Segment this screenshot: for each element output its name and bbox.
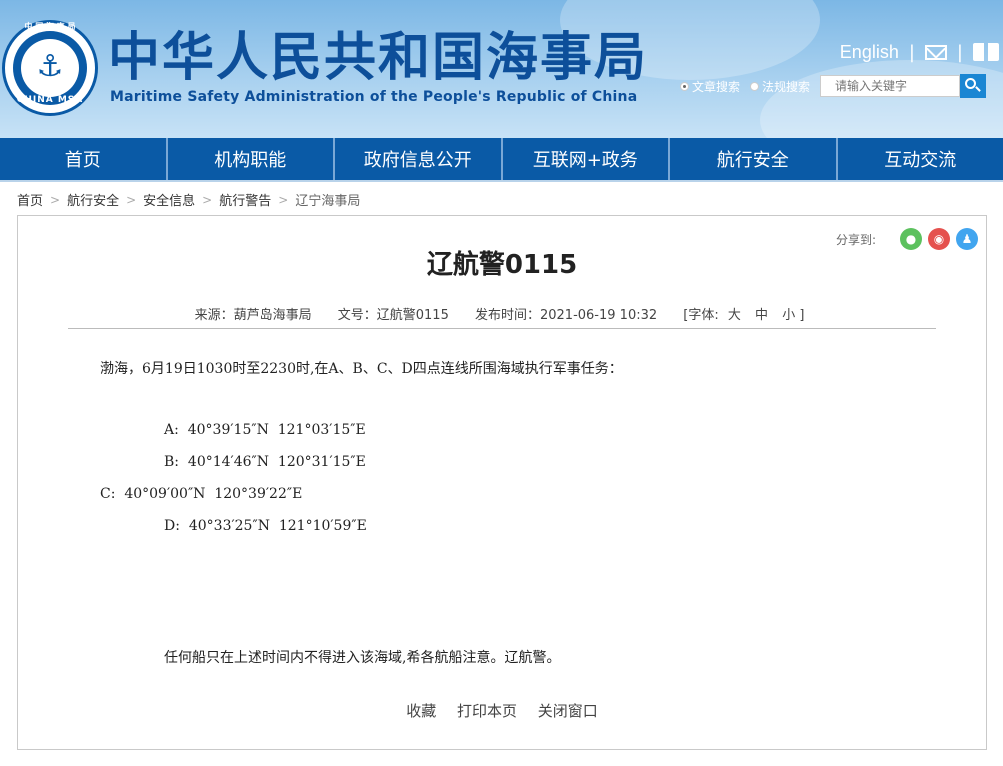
english-link[interactable]: English bbox=[840, 42, 899, 63]
nav-item-interaction[interactable]: 互动交流 bbox=[838, 138, 1003, 180]
site-title: 中华人民共和国海事局 bbox=[108, 28, 649, 88]
radio-unselected-icon[interactable] bbox=[750, 81, 760, 91]
font-size-switcher: [字体: 大 中 小 ] bbox=[683, 308, 809, 323]
article-source: 来源：葫芦岛海事局 bbox=[194, 308, 312, 323]
chevron-right-icon: > bbox=[202, 192, 213, 207]
radio-law-label: 法规搜索 bbox=[762, 79, 811, 94]
breadcrumb: 首页 > 航行安全 > 安全信息 > 航行警告 > 辽宁海事局 bbox=[17, 190, 360, 210]
site-header: ⚓ 中 国 海 事 局 CHINA MSA 中华人民共和国海事局 Maritim… bbox=[0, 0, 1003, 138]
header-cloud bbox=[760, 60, 1003, 138]
article-container: 分享到: ● ◉ ♟ 辽航警0115 来源：葫芦岛海事局 文号：辽航警0115 … bbox=[17, 215, 987, 750]
article-title: 辽航警0115 bbox=[426, 250, 578, 280]
anchor-icon: ⚓ bbox=[36, 49, 64, 84]
nav-item-functions[interactable]: 机构职能 bbox=[168, 138, 335, 180]
chevron-right-icon: > bbox=[126, 192, 137, 207]
font-size-label: [字体: bbox=[683, 308, 719, 323]
coordinate-a: A: 40°39′15″N 121°03′15″E bbox=[164, 422, 366, 438]
article-doc-no: 文号：辽航警0115 bbox=[337, 308, 449, 323]
close-window-button[interactable]: 关闭窗口 bbox=[538, 702, 598, 720]
nav-item-home[interactable]: 首页 bbox=[0, 138, 168, 180]
chevron-right-icon: > bbox=[50, 192, 61, 207]
breadcrumb-safety-info[interactable]: 安全信息 bbox=[143, 190, 195, 209]
print-button[interactable]: 打印本页 bbox=[457, 702, 517, 720]
font-size-large[interactable]: 大 bbox=[728, 308, 741, 323]
chevron-right-icon: > bbox=[278, 192, 289, 207]
font-size-small[interactable]: 小 ] bbox=[782, 308, 804, 323]
book-icon[interactable] bbox=[973, 43, 999, 61]
search-input[interactable] bbox=[820, 75, 961, 97]
font-size-medium[interactable]: 中 bbox=[755, 308, 768, 323]
coordinate-c: C: 40°09′00″N 120°39′22″E bbox=[100, 486, 303, 502]
favorite-button[interactable]: 收藏 bbox=[406, 702, 436, 720]
radio-selected-icon[interactable] bbox=[680, 81, 689, 91]
nav-item-navigation-safety[interactable]: 航行安全 bbox=[670, 138, 838, 180]
search-button[interactable] bbox=[960, 74, 987, 98]
logo-inner: ⚓ bbox=[21, 39, 79, 97]
article-notice: 任何船只在上述时间内不得进入该海域,希各航船注意。辽航警。 bbox=[164, 650, 561, 666]
article-actions: 收藏 打印本页 关闭窗口 bbox=[18, 700, 986, 721]
radio-law-search[interactable]: 法规搜索 bbox=[750, 78, 810, 95]
mail-icon[interactable] bbox=[924, 44, 947, 60]
nav-item-internet-gov[interactable]: 互联网+政务 bbox=[503, 138, 670, 180]
separator: | bbox=[956, 41, 963, 63]
article-intro: 渤海，6月19日1030时至2230时,在A、B、C、D四点连线所围海域执行军事… bbox=[100, 361, 623, 377]
coordinate-b: B: 40°14′46″N 120°31′15″E bbox=[164, 454, 366, 470]
article-meta: 来源：葫芦岛海事局 文号：辽航警0115 发布时间：2021-06-19 10:… bbox=[18, 304, 986, 323]
breadcrumb-navigation-safety[interactable]: 航行安全 bbox=[67, 190, 119, 209]
breadcrumb-nav-warnings[interactable]: 航行警告 bbox=[219, 190, 271, 209]
separator: | bbox=[908, 41, 915, 63]
logo-bottom-text: CHINA MSA bbox=[16, 95, 84, 105]
search-area: 文章搜索 法规搜索 bbox=[680, 74, 987, 98]
coordinate-d: D: 40°33′25″N 121°10′59″E bbox=[164, 518, 367, 534]
logo-top-text: 中 国 海 事 局 bbox=[24, 22, 76, 31]
title-divider bbox=[68, 328, 936, 329]
main-nav: 首页 机构职能 政府信息公开 互联网+政务 航行安全 互动交流 bbox=[0, 138, 1003, 182]
top-links: English | | bbox=[840, 38, 1003, 66]
site-subtitle: Maritime Safety Administration of the Pe… bbox=[110, 89, 638, 105]
msa-logo[interactable]: ⚓ 中 国 海 事 局 CHINA MSA bbox=[2, 20, 98, 116]
breadcrumb-liaoning-msa[interactable]: 辽宁海事局 bbox=[295, 190, 360, 209]
radio-article-search[interactable]: 文章搜索 bbox=[680, 78, 740, 95]
nav-item-gov-info[interactable]: 政府信息公开 bbox=[335, 138, 503, 180]
radio-article-label: 文章搜索 bbox=[692, 79, 741, 94]
breadcrumb-home[interactable]: 首页 bbox=[17, 190, 43, 209]
article-published: 发布时间：2021-06-19 10:32 bbox=[474, 308, 658, 323]
